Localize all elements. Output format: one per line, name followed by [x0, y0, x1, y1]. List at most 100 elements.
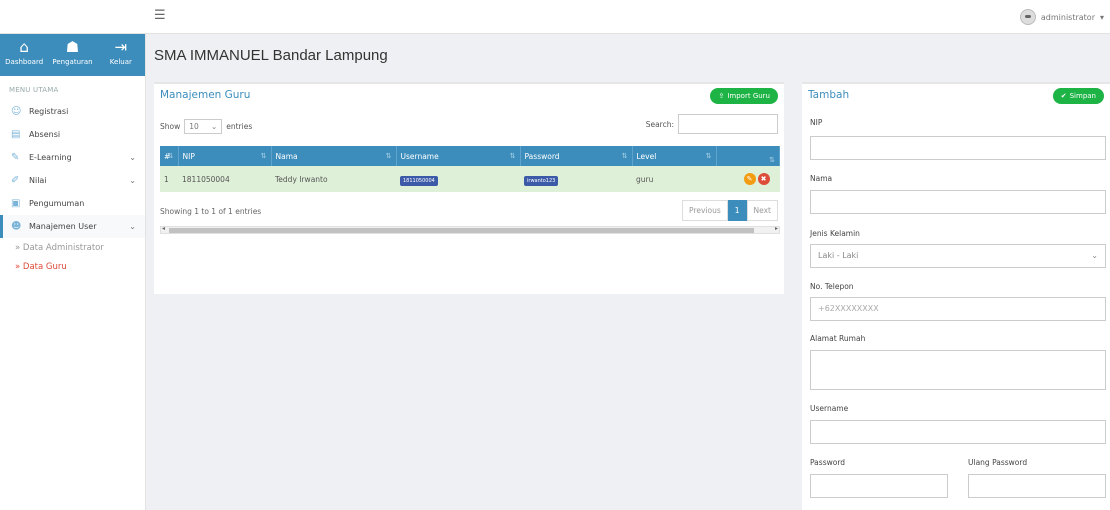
sort-icon: ⇅: [509, 151, 516, 160]
repeat-password-field[interactable]: [968, 474, 1106, 498]
address-label: Alamat Rumah: [810, 334, 866, 343]
gender-select[interactable]: Laki - Laki ⌄: [810, 244, 1106, 268]
edit-icon[interactable]: ✎: [743, 173, 756, 185]
nama-field[interactable]: [810, 190, 1106, 214]
sidebar-item-label: Absensi: [29, 130, 61, 139]
entries-label: entries: [226, 122, 253, 131]
page-1-button[interactable]: 1: [727, 200, 747, 221]
home-icon: ⌂: [19, 38, 29, 56]
next-button[interactable]: Next: [746, 200, 778, 221]
elearning-icon: ✎: [11, 152, 20, 163]
pengaturan-button[interactable]: ☗ Pengaturan: [48, 34, 96, 76]
column-header-actions[interactable]: ⇅: [716, 146, 780, 166]
password-badge: irwanto123: [524, 175, 559, 186]
phone-field[interactable]: +62XXXXXXXX: [810, 297, 1106, 321]
sidebar-item-label: E-Learning: [29, 153, 72, 162]
add-teacher-panel: Tambah ✔ Simpan NIP Nama Jenis Kelamin L…: [802, 82, 1110, 510]
keluar-button[interactable]: ⇥ Keluar: [97, 34, 145, 76]
dashboard-button[interactable]: ⌂ Dashboard: [0, 34, 48, 76]
table-info: Showing 1 to 1 of 1 entries: [160, 207, 262, 216]
entries-select[interactable]: 10 ⌄: [184, 119, 223, 134]
sign-out-icon: ⇥: [114, 38, 128, 56]
users-gear-icon: ☗: [65, 38, 80, 56]
announcement-icon: ▣: [11, 198, 21, 209]
page-length-control: Show 10 ⌄ entries: [160, 119, 252, 134]
sidebar-item-label: Nilai: [29, 176, 47, 185]
username-field[interactable]: [810, 420, 1106, 444]
chevron-down-icon: ⌄: [129, 222, 136, 231]
user-name: administrator: [1040, 12, 1095, 22]
previous-button[interactable]: Previous: [682, 200, 728, 221]
simpan-button[interactable]: ✔ Simpan: [1052, 88, 1104, 104]
import-guru-label: Import Guru: [727, 92, 770, 100]
hamburger-icon[interactable]: ☰: [154, 8, 166, 23]
username-label: Username: [810, 404, 849, 413]
column-header-no[interactable]: # ⇅: [160, 146, 179, 166]
chevron-down-icon: ⌄: [1091, 251, 1098, 260]
nip-label: NIP: [810, 118, 823, 127]
dashboard-label: Dashboard: [5, 58, 44, 66]
nip-field[interactable]: [810, 136, 1106, 160]
column-header-username[interactable]: Username ⇅: [396, 146, 521, 166]
registration-icon: ☺: [11, 106, 22, 117]
main-content: SMA IMMANUEL Bandar Lampung Manajemen Gu…: [146, 34, 1110, 510]
column-header-nip[interactable]: NIP ⇅: [178, 146, 272, 166]
address-field[interactable]: [810, 350, 1106, 390]
cell-no: 1: [164, 174, 169, 184]
scroll-left-icon[interactable]: ◂: [162, 225, 165, 232]
top-navbar: ☰ administrator ▾: [0, 0, 1110, 34]
sort-icon: ⇅: [167, 151, 174, 160]
sidebar-item-registrasi[interactable]: ☺ Registrasi: [0, 100, 145, 123]
scroll-right-icon[interactable]: ▸: [775, 225, 778, 232]
password-field[interactable]: [810, 474, 948, 498]
sort-icon: ⇅: [385, 151, 392, 160]
table-row: 1 1811050004 Teddy Irwanto 1811050004 ir…: [160, 166, 780, 192]
pengaturan-label: Pengaturan: [52, 58, 93, 66]
sort-icon: ⇅: [769, 156, 775, 164]
sidebar-subitem-data-administrator[interactable]: » Data Administrator: [0, 238, 145, 257]
panel-title: Tambah: [808, 89, 850, 101]
sidebar-item-label: Registrasi: [29, 107, 69, 116]
teacher-management-panel: Manajemen Guru ⇪ Import Guru Show 10 ⌄ e…: [154, 82, 784, 294]
cell-username: 1811050004: [396, 166, 520, 192]
check-icon: ✔: [1060, 92, 1067, 100]
user-management-icon: ☻: [11, 221, 22, 232]
sidebar-item-absensi[interactable]: ▤ Absensi: [0, 123, 145, 146]
column-header-nama[interactable]: Nama ⇅: [271, 146, 397, 166]
grades-icon: ✐: [11, 175, 20, 186]
gender-value: Laki - Laki: [818, 251, 859, 260]
username-badge: 1811050004: [400, 175, 438, 186]
cell-level: guru: [636, 174, 654, 184]
sort-icon: ⇅: [705, 151, 712, 160]
scrollbar-thumb[interactable]: [169, 228, 754, 233]
sidebar-item-nilai[interactable]: ✐ Nilai ⌄: [0, 169, 145, 192]
cell-nama: Teddy Irwanto: [275, 174, 328, 184]
user-menu[interactable]: administrator ▾: [1019, 9, 1104, 25]
cell-actions: ✎ ✖: [716, 166, 780, 192]
chevron-down-icon: ⌄: [129, 153, 136, 162]
table-header-row: # ⇅ NIP ⇅ Nama ⇅ Username ⇅ Password ⇅ Level ⇅…: [160, 146, 780, 166]
column-header-level[interactable]: Level ⇅: [632, 146, 717, 166]
sidebar-item-label: Manajemen User: [29, 222, 97, 231]
nama-label: Nama: [810, 174, 833, 183]
pagination: Previous 1 Next: [682, 200, 778, 221]
sidebar-item-label: Pengumuman: [29, 199, 85, 208]
sort-icon: ⇅: [260, 151, 267, 160]
sidebar-subitem-data-guru[interactable]: » Data Guru: [0, 257, 145, 276]
sidebar-item-manajemen-user[interactable]: ☻ Manajemen User ⌄: [0, 215, 145, 238]
column-header-password[interactable]: Password ⇅: [520, 146, 633, 166]
search-label: Search:: [645, 119, 674, 129]
simpan-label: Simpan: [1069, 92, 1096, 100]
delete-icon[interactable]: ✖: [757, 173, 770, 185]
panel-title: Manajemen Guru: [160, 89, 251, 101]
teacher-table: # ⇅ NIP ⇅ Nama ⇅ Username ⇅ Password ⇅ Level ⇅…: [160, 146, 780, 192]
import-guru-button[interactable]: ⇪ Import Guru: [710, 88, 778, 104]
table-search: Search:: [646, 114, 778, 134]
repeat-password-label: Ulang Password: [968, 458, 1028, 467]
sidebar-item-pengumuman[interactable]: ▣ Pengumuman: [0, 192, 145, 215]
menu-title: MENU UTAMA: [9, 86, 59, 94]
horizontal-scrollbar[interactable]: ◂ ▸: [160, 225, 780, 234]
keluar-label: Keluar: [109, 58, 132, 66]
sidebar-item-elearning[interactable]: ✎ E-Learning ⌄: [0, 146, 145, 169]
search-input[interactable]: [678, 114, 778, 134]
